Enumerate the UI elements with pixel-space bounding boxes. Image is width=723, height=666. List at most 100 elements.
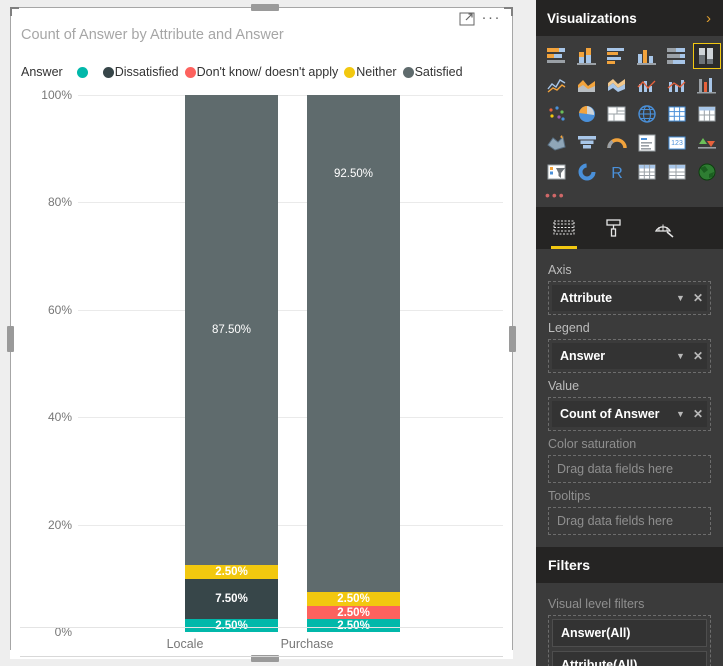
viz-type-treemap[interactable] <box>603 101 631 127</box>
viz-type-pie-chart[interactable] <box>573 101 601 127</box>
well-label-value: Value <box>548 379 580 393</box>
legend-swatch-blank <box>76 66 88 78</box>
x-axis-line <box>20 627 503 628</box>
legend-item-neither[interactable]: Neither <box>344 65 397 79</box>
bar-purchase[interactable]: 92.50% 2.50% 2.50% 2.50% <box>307 95 400 632</box>
viz-type-stacked-area-chart[interactable] <box>603 72 631 98</box>
legend-label-dissatisfied: Dissatisfied <box>114 65 179 79</box>
viz-type-area-chart[interactable] <box>573 72 601 98</box>
viz-type-line-and-stacked-column-chart[interactable] <box>633 72 661 98</box>
field-chip-attribute-label: Attribute <box>560 291 613 305</box>
viz-type-matrix[interactable] <box>693 101 721 127</box>
chevron-down-icon[interactable]: ▼ <box>676 293 685 303</box>
filters-body: Visual level filters Answer(All) Attribu… <box>536 583 723 666</box>
segment-purchase-blank[interactable]: 2.50% <box>307 619 400 632</box>
viz-type-kpi[interactable] <box>693 130 721 156</box>
segment-label-purchase-dont-know: 2.50% <box>337 606 370 619</box>
more-visualizations-icon[interactable]: ••• <box>536 185 723 207</box>
viz-type-line-chart[interactable] <box>543 72 571 98</box>
well-box-legend[interactable]: Answer ▼ ✕ <box>548 339 711 373</box>
viz-type-line-and-clustered-column-chart[interactable] <box>663 72 691 98</box>
focus-mode-icon[interactable] <box>459 12 475 26</box>
segment-locale-dissatisfied[interactable]: 7.50% <box>185 579 278 619</box>
stacked-column-visual[interactable]: ··· Count of Answer by Attribute and Ans… <box>7 4 516 662</box>
y-axis: 100% 80% 60% 40% 20% 0% <box>20 85 72 659</box>
well-box-axis[interactable]: Attribute ▼ ✕ <box>548 281 711 315</box>
legend-title: Answer <box>21 65 63 79</box>
tab-format[interactable] <box>600 215 628 241</box>
viz-type-multi-row-card[interactable] <box>633 130 661 156</box>
viz-type-arcgis-map[interactable] <box>693 159 721 185</box>
well-box-value[interactable]: Count of Answer ▼ ✕ <box>548 397 711 431</box>
legend-item-satisfied[interactable]: Satisfied <box>402 65 463 79</box>
legend-item-blank[interactable] <box>76 66 89 78</box>
segment-locale-blank[interactable]: 2.50% <box>185 619 278 632</box>
visual-header: ··· <box>10 7 513 29</box>
segment-purchase-satisfied[interactable]: 92.50% <box>307 95 400 592</box>
close-icon[interactable]: ✕ <box>693 407 703 421</box>
field-wells: Axis Attribute ▼ ✕ Legend Answer ▼ ✕ Val… <box>536 249 723 539</box>
legend-item-dissatisfied[interactable]: Dissatisfied <box>102 65 179 79</box>
viz-type-map[interactable] <box>633 101 661 127</box>
viz-type-filled-map[interactable] <box>663 101 691 127</box>
viz-type-clustered-column-chart[interactable] <box>633 43 661 69</box>
viz-type-gauge[interactable] <box>603 130 631 156</box>
tab-fields[interactable] <box>550 215 578 249</box>
well-box-tooltips[interactable]: Drag data fields here <box>548 507 711 535</box>
field-chip-answer[interactable]: Answer ▼ ✕ <box>552 343 707 369</box>
viz-type-clustered-bar-chart[interactable] <box>603 43 631 69</box>
plot-area: 87.50% 2.50% 7.50% 2.50% 92.50% 2.50% 2.… <box>78 85 503 659</box>
segment-label-purchase-neither: 2.50% <box>337 593 370 605</box>
close-icon[interactable]: ✕ <box>693 291 703 305</box>
viz-type-table[interactable] <box>633 159 661 185</box>
viz-type-stacked-bar-chart[interactable] <box>543 43 571 69</box>
viz-type-r-script-visual[interactable]: R <box>603 159 631 185</box>
viz-type-card[interactable]: 123 <box>663 130 691 156</box>
chart-plot: 100% 80% 60% 40% 20% 0% 87.50% 2.50% 7.5… <box>10 85 513 659</box>
legend-swatch-satisfied <box>402 66 414 78</box>
segment-purchase-dont-know[interactable]: 2.50% <box>307 606 400 619</box>
y-tick-80: 80% <box>47 195 72 209</box>
filter-chip-answer[interactable]: Answer(All) <box>552 619 707 647</box>
viz-type-matrix-table[interactable] <box>663 159 691 185</box>
svg-text:123: 123 <box>671 140 683 147</box>
segment-purchase-neither[interactable]: 2.50% <box>307 592 400 606</box>
viz-type-ribbon-chart[interactable] <box>693 72 721 98</box>
well-label-color-saturation: Color saturation <box>548 437 637 451</box>
field-chip-count-of-answer[interactable]: Count of Answer ▼ ✕ <box>552 401 707 427</box>
segment-locale-satisfied[interactable]: 87.50% <box>185 95 278 565</box>
visualizations-title: Visualizations <box>547 10 637 26</box>
viz-type-slicer[interactable] <box>543 159 571 185</box>
segment-label-locale-neither: 2.50% <box>215 566 248 578</box>
well-box-color-saturation[interactable]: Drag data fields here <box>548 455 711 483</box>
filter-chip-attribute[interactable]: Attribute(All) <box>552 651 707 666</box>
well-label-tooltips: Tooltips <box>548 489 591 503</box>
visual-level-filters-box[interactable]: Answer(All) Attribute(All) <box>548 615 711 666</box>
legend-swatch-neither <box>344 66 356 78</box>
tab-analytics[interactable] <box>650 215 678 241</box>
more-options-icon[interactable]: ··· <box>482 10 502 26</box>
close-icon[interactable]: ✕ <box>693 349 703 363</box>
chevron-down-icon[interactable]: ▼ <box>676 409 685 419</box>
chevron-down-icon[interactable]: ▼ <box>676 351 685 361</box>
legend-swatch-dissatisfied <box>102 66 114 78</box>
legend-item-dont-know[interactable]: Don't know/ doesn't apply <box>184 65 338 79</box>
viz-type-stacked-column-chart[interactable] <box>573 43 601 69</box>
visualizations-header: Visualizations › <box>536 0 723 36</box>
field-chip-count-of-answer-label: Count of Answer <box>560 407 660 421</box>
viz-type-funnel-chart[interactable] <box>573 130 601 156</box>
bar-locale[interactable]: 87.50% 2.50% 7.50% 2.50% <box>185 95 278 632</box>
viz-type-donut-chart[interactable] <box>573 159 601 185</box>
viz-type-scatter-chart[interactable] <box>543 101 571 127</box>
viz-type-percent-stacked-column-chart[interactable] <box>693 43 721 69</box>
viz-type-percent-stacked-bar-chart[interactable] <box>663 43 691 69</box>
collapse-pane-icon[interactable]: › <box>706 11 711 26</box>
segment-locale-neither[interactable]: 2.50% <box>185 565 278 579</box>
field-chip-attribute[interactable]: Attribute ▼ ✕ <box>552 285 707 311</box>
y-tick-40: 40% <box>47 410 72 424</box>
x-tick-locale: Locale <box>166 637 204 651</box>
viz-type-shape-map[interactable] <box>543 130 571 156</box>
y-tick-100: 100% <box>41 88 72 102</box>
visual-level-filters-label: Visual level filters <box>548 597 645 611</box>
x-tick-purchase: Purchase <box>280 637 334 651</box>
